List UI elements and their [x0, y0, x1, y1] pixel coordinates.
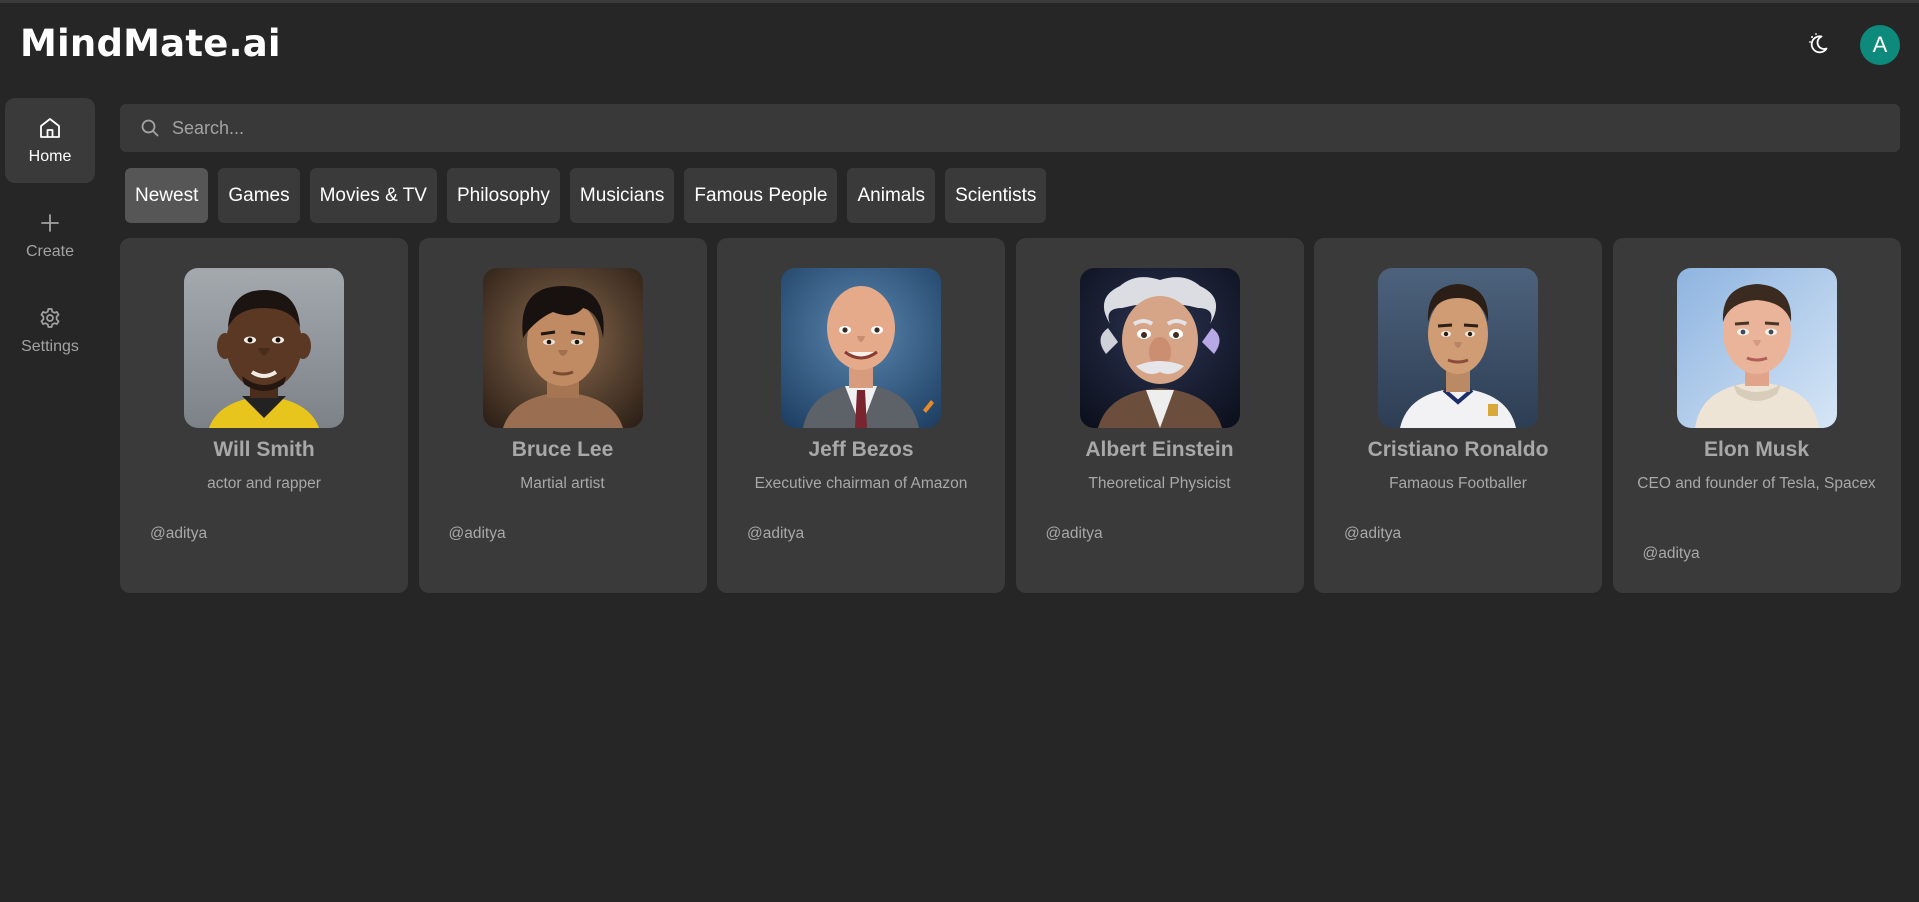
companion-description: Theoretical Physicist	[1088, 475, 1231, 492]
companion-author: @aditya	[747, 525, 805, 542]
search-bar	[120, 104, 1900, 152]
sidebar-item-create[interactable]: Create	[5, 193, 95, 278]
moon-icon	[1809, 33, 1828, 54]
plus-icon	[37, 210, 63, 236]
companion-author: @aditya	[1045, 525, 1103, 542]
search-icon	[141, 119, 159, 137]
companion-description: CEO and founder of Tesla, Spacex	[1637, 475, 1876, 492]
companion-author: @aditya	[448, 525, 506, 542]
category-movies-tv[interactable]: Movies & TV	[309, 168, 437, 223]
home-icon	[37, 115, 63, 141]
user-avatar[interactable]: A	[1860, 25, 1900, 65]
companion-card[interactable]: Jeff Bezos Executive chairman of Amazon …	[717, 238, 1005, 593]
sidebar-item-label: Settings	[21, 338, 79, 355]
companion-portrait	[1079, 268, 1240, 428]
companion-portrait	[1676, 268, 1837, 428]
companion-card[interactable]: Elon Musk CEO and founder of Tesla, Spac…	[1612, 238, 1901, 593]
companion-author: @aditya	[1642, 545, 1700, 562]
companion-description: Martial artist	[520, 475, 605, 492]
companion-card[interactable]: Cristiano Ronaldo Famaous Footballer @ad…	[1314, 238, 1602, 593]
sidebar: Home Create Settings	[5, 98, 95, 383]
sidebar-item-label: Home	[28, 148, 72, 165]
category-famous-people[interactable]: Famous People	[684, 168, 838, 223]
companion-name: Jeff Bezos	[808, 438, 914, 461]
companion-name: Elon Musk	[1703, 438, 1809, 461]
companion-description: Executive chairman of Amazon	[754, 475, 968, 492]
category-musicians[interactable]: Musicians	[569, 168, 675, 223]
sidebar-item-home[interactable]: Home	[5, 98, 95, 183]
companion-card[interactable]: Albert Einstein Theoretical Physicist @a…	[1015, 238, 1304, 593]
theme-toggle-button[interactable]	[1804, 29, 1834, 59]
companion-name: Will Smith	[213, 438, 315, 461]
category-scientists[interactable]: Scientists	[945, 168, 1047, 223]
category-games[interactable]: Games	[218, 168, 300, 223]
category-filter: Newest Games Movies & TV Philosophy Musi…	[125, 168, 1047, 223]
companion-portrait	[482, 268, 643, 428]
category-newest[interactable]: Newest	[125, 168, 209, 223]
companion-name: Cristiano Ronaldo	[1367, 438, 1549, 461]
sidebar-item-label: Create	[25, 243, 75, 260]
search-input[interactable]	[172, 117, 1872, 139]
companion-author: @aditya	[1344, 525, 1402, 542]
companion-author: @aditya	[150, 525, 208, 542]
companion-card[interactable]: Bruce Lee Martial artist @aditya	[418, 238, 707, 593]
companion-portrait	[1378, 268, 1538, 428]
gear-icon	[37, 305, 63, 331]
companion-name: Bruce Lee	[511, 438, 614, 461]
companion-description: actor and rapper	[207, 475, 321, 492]
companion-name: Albert Einstein	[1085, 438, 1234, 461]
header: MindMate.ai A	[0, 3, 1919, 83]
category-philosophy[interactable]: Philosophy	[446, 168, 560, 223]
category-animals[interactable]: Animals	[847, 168, 936, 223]
sidebar-item-settings[interactable]: Settings	[5, 288, 95, 373]
app-logo[interactable]: MindMate.ai	[20, 22, 281, 65]
companion-card[interactable]: Will Smith actor and rapper @aditya	[120, 238, 408, 593]
companion-description: Famaous Footballer	[1389, 475, 1527, 492]
companion-portrait	[781, 268, 941, 428]
companion-portrait	[184, 268, 344, 428]
companion-grid: Will Smith actor and rapper @aditya Bruc…	[120, 238, 1901, 593]
